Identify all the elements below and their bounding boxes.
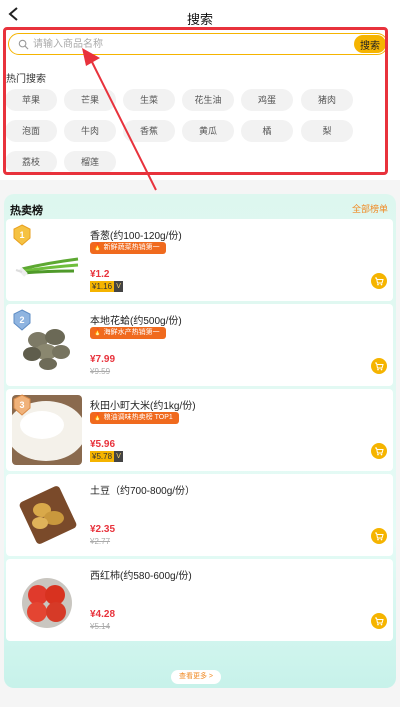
- cart-icon: [375, 362, 384, 371]
- all-rankings-link[interactable]: 全部榜单: [352, 202, 388, 215]
- vip-price-value: ¥1.16: [90, 281, 115, 292]
- cart-icon: [375, 532, 384, 541]
- product-image-tomato: [12, 565, 82, 635]
- annotation-highlight-box: [3, 27, 388, 175]
- product-name: 秋田小町大米(约1kg/份): [90, 401, 196, 412]
- product-image-potato: [12, 480, 82, 550]
- original-price: ¥5.14: [90, 622, 111, 631]
- vip-badge: V: [114, 281, 124, 292]
- product-card[interactable]: 1 香葱(约100-120g/份) 🔥 新鲜蔬菜热销第一 ¥1.2 ¥1.16 …: [6, 219, 393, 301]
- page-title: 搜索: [186, 12, 213, 27]
- view-more-button[interactable]: 查看更多 >: [171, 670, 221, 684]
- cart-icon: [375, 277, 384, 286]
- product-name: 西红柿(约580-600g/份): [90, 571, 192, 582]
- hot-sales-panel: 热卖榜 全部榜单 1 香葱(约100-120g/份) 🔥 新鲜蔬菜热销第一 ¥1…: [4, 194, 396, 688]
- original-price: ¥2.77: [90, 537, 111, 546]
- product-name: 本地花蛤(约500g/份): [90, 316, 182, 327]
- product-tag: 🔥 新鲜蔬菜热销第一: [90, 242, 166, 254]
- rank-2-badge-icon: 2: [13, 309, 31, 331]
- add-to-cart-button[interactable]: [371, 528, 387, 544]
- vip-price: ¥5.78 V: [90, 451, 124, 462]
- product-price: ¥5.96: [90, 439, 116, 450]
- original-price: ¥9.59: [90, 367, 111, 376]
- add-to-cart-button[interactable]: [371, 273, 387, 289]
- vip-badge: V: [114, 451, 124, 462]
- product-card[interactable]: 2 本地花蛤(约500g/份) 🔥 海鲜水产热销第一 ¥7.99 ¥9.59: [6, 304, 393, 386]
- rank-3-badge-icon: 3: [13, 394, 31, 416]
- product-price: ¥4.28: [90, 609, 116, 620]
- rank-number: 1: [19, 230, 24, 240]
- product-name: 土豆（约700-800g/份）: [90, 486, 196, 497]
- product-tag-text: 海鲜水产热销第一: [103, 329, 160, 336]
- rank-number: 2: [19, 315, 24, 325]
- rank-1-badge-icon: 1: [13, 224, 31, 246]
- product-tag: 🔥 海鲜水产热销第一: [90, 327, 166, 339]
- cart-icon: [375, 617, 384, 626]
- product-tag-text: 粮油调味热卖榜 TOP1: [103, 414, 173, 421]
- product-price: ¥1.2: [90, 269, 110, 280]
- add-to-cart-button[interactable]: [371, 358, 387, 374]
- cart-icon: [375, 447, 384, 456]
- rank-number: 3: [19, 400, 24, 410]
- product-price: ¥7.99: [90, 354, 116, 365]
- product-name: 香葱(约100-120g/份): [90, 231, 182, 242]
- product-card[interactable]: 3 秋田小町大米(约1kg/份) 🔥 粮油调味热卖榜 TOP1 ¥5.96 ¥5…: [6, 389, 393, 471]
- add-to-cart-button[interactable]: [371, 443, 387, 459]
- vip-price: ¥1.16 V: [90, 281, 124, 292]
- add-to-cart-button[interactable]: [371, 613, 387, 629]
- navigation-bar: 搜索: [0, 0, 400, 30]
- product-tag-text: 新鲜蔬菜热销第一: [103, 244, 160, 251]
- hot-sales-title: 热卖榜: [10, 205, 43, 217]
- product-card[interactable]: 西红柿(约580-600g/份) ¥4.28 ¥5.14: [6, 559, 393, 641]
- product-price: ¥2.35: [90, 524, 116, 535]
- product-tag: 🔥 粮油调味热卖榜 TOP1: [90, 412, 179, 424]
- product-card[interactable]: 土豆（约700-800g/份） ¥2.35 ¥2.77: [6, 474, 393, 556]
- vip-price-value: ¥5.78: [90, 451, 115, 462]
